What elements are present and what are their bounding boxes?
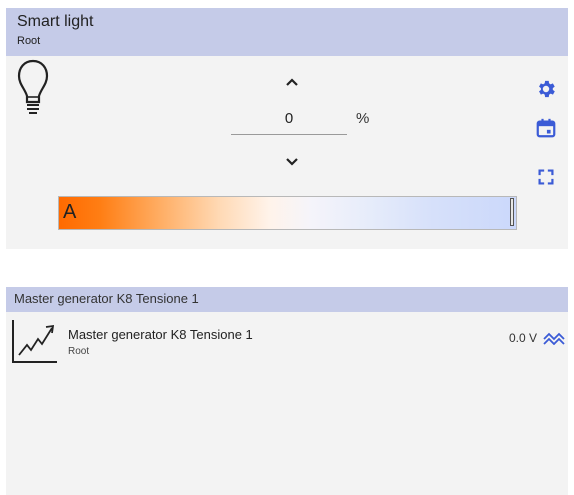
smart-light-subtitle: Root: [17, 35, 41, 47]
generator-item-subtitle: Root: [68, 346, 90, 357]
brightness-input[interactable]: 0: [231, 108, 347, 135]
color-temperature-bar[interactable]: A: [58, 196, 517, 230]
wave-icon[interactable]: [543, 331, 565, 345]
lightbulb-icon: [17, 59, 49, 114]
bar-handle[interactable]: [510, 198, 514, 226]
smart-light-title: Smart light: [17, 13, 94, 30]
bar-label: A: [63, 201, 77, 223]
master-generator-card: Master generator K8 Tensione 1 Master ge…: [6, 287, 568, 495]
calendar-icon[interactable]: [535, 117, 557, 139]
expand-icon[interactable]: [535, 166, 557, 188]
gear-icon[interactable]: [535, 78, 557, 100]
chevron-down-icon[interactable]: [284, 154, 300, 170]
chevron-up-icon[interactable]: [284, 74, 300, 90]
unit-label: %: [356, 110, 370, 127]
master-generator-header: Master generator K8 Tensione 1: [6, 287, 568, 312]
master-generator-header-title: Master generator K8 Tensione 1: [14, 291, 199, 306]
trend-chart-icon: [12, 320, 57, 363]
smart-light-header: Smart light Root: [6, 8, 568, 56]
generator-item-title[interactable]: Master generator K8 Tensione 1: [68, 327, 253, 342]
generator-voltage-value: 0.0 V: [509, 331, 538, 345]
